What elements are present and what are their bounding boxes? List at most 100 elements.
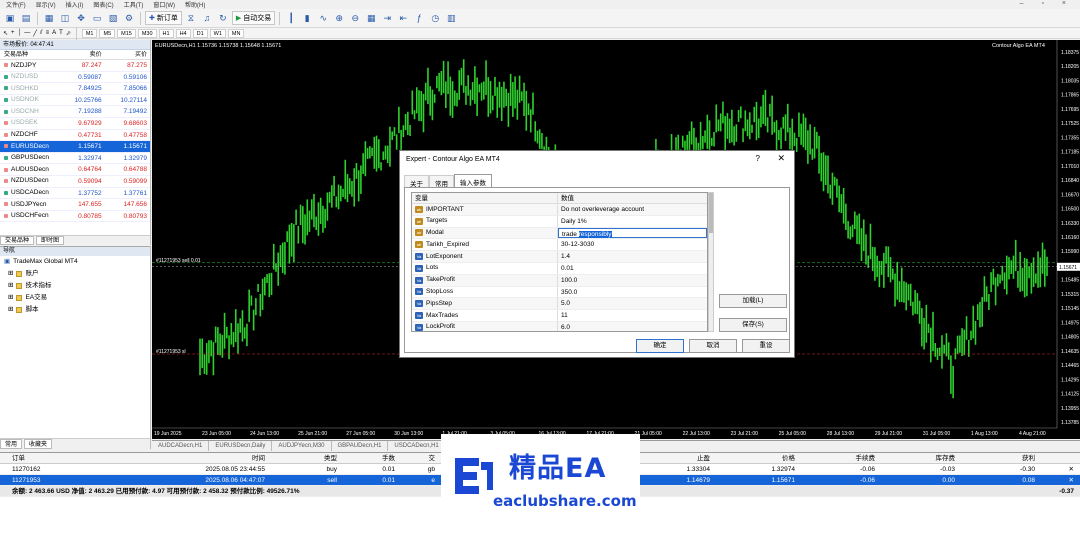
- symbol-row[interactable]: NZDCHF 0.47731 0.47758: [0, 130, 150, 142]
- terminal-icon[interactable]: ▭: [90, 11, 104, 25]
- param-row[interactable]: Va PipsStep 5.0: [412, 298, 707, 311]
- line-chart-icon[interactable]: ∿: [316, 11, 330, 25]
- hline-icon[interactable]: —: [24, 30, 30, 36]
- param-row[interactable]: ab IMPORTANT Do not overleverage account: [412, 204, 707, 216]
- trendline-icon[interactable]: ╱: [33, 30, 37, 37]
- save-button[interactable]: 保存(S): [719, 318, 787, 332]
- col-type[interactable]: 类型: [265, 453, 337, 463]
- menu-item[interactable]: 插入(I): [66, 0, 84, 9]
- timeframe-button[interactable]: W1: [209, 28, 226, 38]
- tab-symbols[interactable]: 交易品种: [0, 236, 35, 245]
- symbol-row[interactable]: NZDJPY 87.247 87.275: [0, 60, 150, 72]
- param-row[interactable]: Va Lots 0.01: [412, 262, 707, 275]
- symbol-row[interactable]: USDCADecn 1.37752 1.37761: [0, 188, 150, 200]
- load-button[interactable]: 加载(L): [719, 294, 787, 308]
- chart-tab[interactable]: AUDCADecn,H1: [152, 441, 210, 451]
- col-time[interactable]: 时间: [120, 453, 265, 463]
- new-order-button[interactable]: ✚ 新订单: [145, 11, 182, 25]
- fibo-icon[interactable]: ≡: [46, 30, 50, 36]
- chart-tab[interactable]: EURUSDecn,Daily: [209, 441, 273, 451]
- history-icon[interactable]: ⧖: [184, 11, 198, 25]
- symbol-row[interactable]: USDCNH 7.19288 7.19492: [0, 106, 150, 118]
- templates-icon[interactable]: ▥: [444, 11, 458, 25]
- chart-tab[interactable]: GBPAUDecn,H1: [332, 441, 389, 451]
- param-row[interactable]: Va LotExponent 1.4: [412, 251, 707, 263]
- expand-icon[interactable]: ⊞: [8, 280, 13, 292]
- menu-item[interactable]: 工具(T): [124, 0, 144, 9]
- col-value[interactable]: 数值: [558, 193, 707, 203]
- bar-chart-icon[interactable]: ┃: [284, 11, 298, 25]
- col-variable[interactable]: 变量: [412, 193, 558, 203]
- chart-tab[interactable]: AUDJPYecn,M30: [272, 441, 332, 451]
- timeframe-button[interactable]: D1: [192, 28, 208, 38]
- tile-icon[interactable]: ▦: [364, 11, 378, 25]
- symbol-row[interactable]: AUDUSDecn 0.64764 0.64788: [0, 164, 150, 176]
- timeframe-button[interactable]: M1: [81, 28, 98, 38]
- expand-icon[interactable]: ⊞: [8, 268, 13, 280]
- menu-item[interactable]: 图表(C): [93, 0, 113, 9]
- param-row[interactable]: Va LockProfit 6.0: [412, 321, 707, 331]
- param-row[interactable]: Va StopLoss 350.0: [412, 286, 707, 299]
- options-icon[interactable]: ⚙: [122, 11, 136, 25]
- symbol-row[interactable]: EURUSDecn 1.15671 1.15671: [0, 141, 150, 153]
- help-icon[interactable]: ?: [756, 154, 760, 163]
- col-price[interactable]: 价格: [710, 453, 795, 463]
- timeframe-button[interactable]: H1: [158, 28, 174, 38]
- cancel-button[interactable]: 取消: [689, 339, 737, 353]
- symbol-row[interactable]: USDHKD 7.84925 7.85066: [0, 83, 150, 95]
- candlestick-icon[interactable]: ▮: [300, 11, 314, 25]
- tab-common[interactable]: 常用: [0, 439, 23, 449]
- col-commission[interactable]: 手续费: [795, 453, 876, 463]
- timeframe-button[interactable]: M15: [117, 28, 136, 38]
- symbol-row[interactable]: USDSEK 9.67929 9.68603: [0, 118, 150, 130]
- menu-item[interactable]: 帮助(H): [185, 0, 205, 9]
- autoscroll-icon[interactable]: ⇥: [380, 11, 394, 25]
- zoom-out-icon[interactable]: ⊖: [348, 11, 362, 25]
- chart-tab[interactable]: USDCADecn,H1: [388, 441, 446, 451]
- nav-scripts[interactable]: ⊞ 脚本: [0, 304, 150, 316]
- tab-favorites[interactable]: 收藏夹: [24, 439, 53, 449]
- col-lots[interactable]: 手数: [337, 453, 395, 463]
- text-icon[interactable]: A: [52, 30, 56, 36]
- expand-icon[interactable]: ⊞: [8, 292, 13, 304]
- param-row[interactable]: ab Targets Daily 1%: [412, 215, 707, 228]
- auto-trading-button[interactable]: ▶ 自动交易: [231, 11, 276, 25]
- close-icon[interactable]: ✕: [777, 153, 785, 164]
- crosshair-icon[interactable]: +: [11, 30, 15, 36]
- refresh-icon[interactable]: ↻: [216, 11, 230, 25]
- col-ask[interactable]: 买价: [105, 50, 150, 59]
- symbol-row[interactable]: NZDUSD 0.59087 0.59106: [0, 72, 150, 84]
- close-order-icon[interactable]: ✕: [1035, 464, 1080, 474]
- arrow-icon[interactable]: ⬀: [66, 30, 71, 37]
- nav-experts[interactable]: ⊞ EA交易: [0, 292, 150, 304]
- col-profit[interactable]: 获利: [955, 453, 1035, 463]
- tab-tick-chart[interactable]: 即时图: [36, 236, 65, 245]
- new-chart-icon[interactable]: ▣: [3, 11, 17, 25]
- col-swap[interactable]: 库存费: [875, 453, 956, 463]
- data-window-icon[interactable]: ◫: [58, 11, 72, 25]
- chart-shift-icon[interactable]: ⇤: [396, 11, 410, 25]
- inputs-scrollbar[interactable]: [708, 192, 714, 332]
- col-order[interactable]: 订单: [0, 453, 120, 463]
- symbol-row[interactable]: USDCHFecn 0.80785 0.80793: [0, 211, 150, 223]
- symbol-row[interactable]: NZDUSDecn 0.59094 0.59099: [0, 176, 150, 188]
- scroll-thumb[interactable]: [709, 193, 713, 233]
- param-row[interactable]: ab Tarikh_Expired 30-12-3030: [412, 239, 707, 252]
- col-symbol[interactable]: 交: [395, 453, 436, 463]
- timeframe-button[interactable]: M5: [99, 28, 116, 38]
- market-watch-icon[interactable]: ▦: [42, 11, 56, 25]
- cursor-icon[interactable]: ↖: [3, 30, 8, 37]
- nav-root[interactable]: ▣ TradeMax Global MT4: [0, 256, 150, 268]
- timeframe-button[interactable]: H4: [175, 28, 191, 38]
- bell-icon[interactable]: ♫: [200, 11, 214, 25]
- nav-accounts[interactable]: ⊞ 账户: [0, 268, 150, 280]
- label-icon[interactable]: T: [59, 30, 63, 36]
- indicators-icon[interactable]: ƒ: [412, 11, 426, 25]
- channel-icon[interactable]: ⫽: [40, 30, 43, 37]
- expand-icon[interactable]: ⊞: [8, 304, 13, 316]
- symbol-row[interactable]: USDJPYecn 147.655 147.656: [0, 199, 150, 211]
- close-order-icon[interactable]: ✕: [1035, 475, 1080, 485]
- ok-button[interactable]: 确定: [636, 339, 684, 353]
- col-bid[interactable]: 卖价: [59, 50, 104, 59]
- symbol-row[interactable]: GBPUSDecn 1.32974 1.32979: [0, 153, 150, 165]
